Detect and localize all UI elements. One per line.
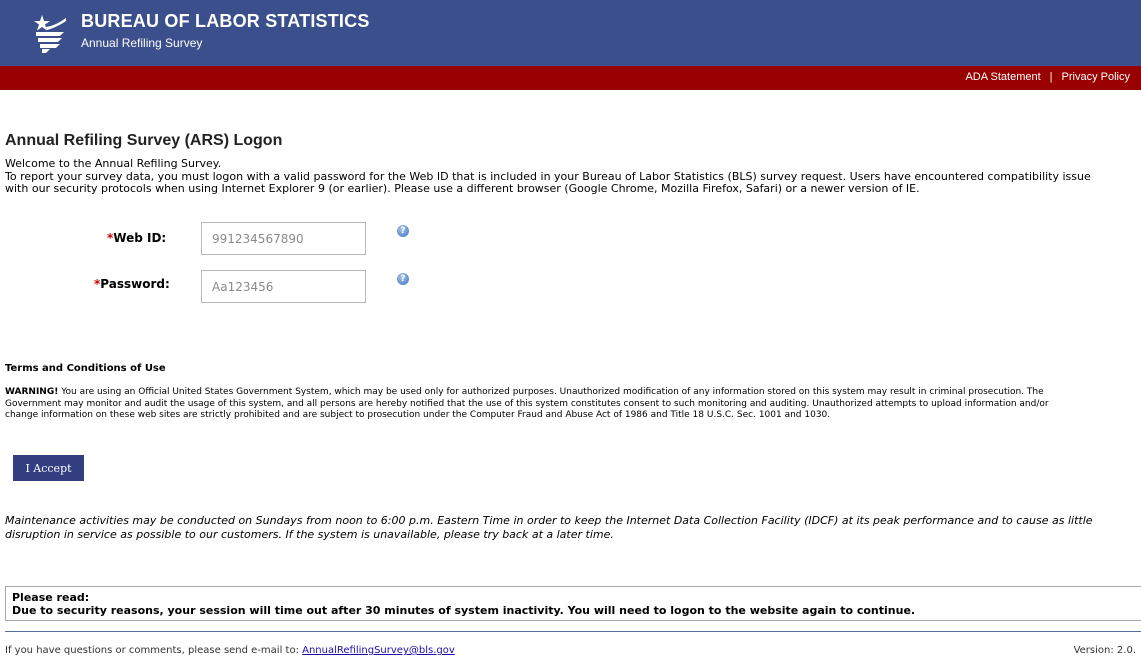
warning-label: WARNING!	[5, 387, 59, 397]
notice-text: Due to security reasons, your session wi…	[12, 604, 916, 617]
password-help-icon[interactable]: ?	[397, 273, 409, 285]
password-input[interactable]	[201, 270, 366, 303]
ada-statement-link[interactable]: ADA Statement	[965, 71, 1040, 83]
webid-label: *Web ID:	[107, 231, 167, 245]
version-label: Version: 2.0.	[1073, 645, 1136, 656]
welcome-line: Welcome to the Annual Refiling Survey.	[5, 157, 222, 170]
agency-name: BUREAU OF LABOR STATISTICS	[81, 11, 370, 31]
notice-heading: Please read:	[12, 591, 90, 604]
bls-logo-icon	[34, 15, 66, 53]
privacy-policy-link[interactable]: Privacy Policy	[1062, 71, 1130, 83]
intro-text: Welcome to the Annual Refiling Survey. T…	[5, 157, 1141, 196]
page-title: Annual Refiling Survey (ARS) Logon	[5, 132, 283, 149]
password-label: *Password:	[94, 277, 170, 291]
site-header: BUREAU OF LABOR STATISTICS Annual Refili…	[0, 0, 1141, 66]
contact-email-link[interactable]: AnnualRefilingSurvey@bls.gov	[302, 645, 455, 656]
terms-text: WARNING! You are using an Official Unite…	[5, 387, 1049, 420]
webid-input[interactable]	[201, 222, 366, 255]
webid-help-icon[interactable]: ?	[397, 225, 409, 237]
top-link-bar: ADA Statement | Privacy Policy	[0, 66, 1141, 90]
application-name: Annual Refiling Survey	[81, 36, 203, 50]
link-separator: |	[1049, 71, 1053, 83]
session-timeout-notice: Please read: Due to security reasons, yo…	[5, 586, 1141, 621]
footer-divider	[5, 631, 1141, 632]
accept-button[interactable]: I Accept	[13, 455, 84, 481]
top-links: ADA Statement | Privacy Policy	[965, 71, 1130, 83]
footer-contact: If you have questions or comments, pleas…	[5, 645, 455, 656]
browser-notice-line: with our security protocols when using I…	[5, 182, 920, 195]
maintenance-notice: Maintenance activities may be conducted …	[5, 514, 1093, 541]
terms-title: Terms and Conditions of Use	[5, 363, 166, 374]
